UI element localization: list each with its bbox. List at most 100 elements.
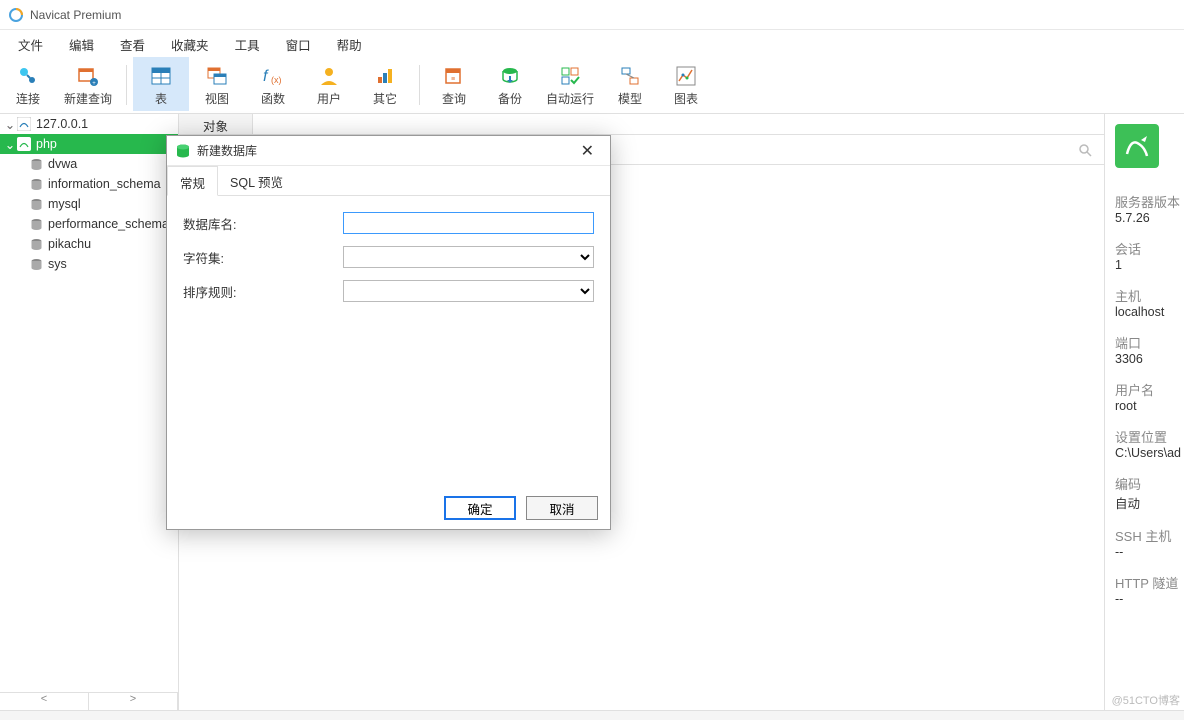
info-value: 自动 [1115,493,1176,512]
info-label: SSH 主机 [1115,526,1176,545]
tree-db-perfschema[interactable]: performance_schema [0,214,178,234]
select-collation[interactable] [343,280,594,302]
info-value: localhost [1115,305,1176,319]
tree-label: performance_schema [48,217,169,231]
menu-edit[interactable]: 编辑 [57,31,106,58]
info-label: 主机 [1115,286,1176,305]
toolbar: 连接 + 新建查询 表 视图 f(x) 函数 用户 其它 ≡ 查询 备份 自动运… [0,58,1184,114]
tool-model[interactable]: 模型 [602,57,658,111]
info-value: 5.7.26 [1115,211,1176,225]
scroll-left[interactable]: < [0,693,89,710]
menubar: 文件 编辑 查看 收藏夹 工具 窗口 帮助 [0,30,1184,58]
cancel-button[interactable]: 取消 [526,496,598,520]
tool-other[interactable]: 其它 [357,57,413,111]
statusbar [0,710,1184,720]
tool-backup[interactable]: 备份 [482,57,538,111]
tool-auto[interactable]: 自动运行 [538,57,602,111]
search-icon[interactable] [1078,143,1092,157]
separator [126,65,127,105]
app-logo-icon [8,7,24,23]
svg-text:≡: ≡ [451,76,455,83]
input-dbname[interactable] [343,212,594,234]
dialog-titlebar: 新建数据库 ✕ [167,136,610,166]
ok-button[interactable]: 确定 [444,496,516,520]
info-label: 设置位置 [1115,427,1176,446]
tab-objects[interactable]: 对象 [179,114,253,134]
tool-table[interactable]: 表 [133,57,189,111]
svg-text:f: f [263,68,269,85]
info-value: -- [1115,545,1176,559]
tool-connect[interactable]: 连接 [0,57,56,111]
database-icon [28,256,44,272]
separator [419,65,420,105]
database-icon [28,176,44,192]
sidebar: ⌄ 127.0.0.1 ⌄ php dvwa information_schem… [0,114,179,710]
tree-label: sys [48,257,67,271]
titlebar: Navicat Premium [0,0,1184,30]
menu-view[interactable]: 查看 [108,31,157,58]
expand-icon: ⌄ [4,137,16,152]
tool-user[interactable]: 用户 [301,57,357,111]
info-value: 1 [1115,258,1176,272]
info-label: 编码 [1115,474,1176,493]
database-icon [175,143,191,159]
database-icon [28,196,44,212]
info-label: 端口 [1115,333,1176,352]
database-icon [28,236,44,252]
tool-view[interactable]: 视图 [189,57,245,111]
new-database-dialog: 新建数据库 ✕ 常规 SQL 预览 数据库名: 字符集: 排序规则: 确定 取消 [166,135,611,530]
info-label: HTTP 隧道 [1115,573,1176,592]
watermark: @51CTO博客 [1112,692,1180,708]
database-icon [28,156,44,172]
menu-fav[interactable]: 收藏夹 [159,31,221,58]
tab-general[interactable]: 常规 [167,166,218,196]
info-label: 服务器版本 [1115,192,1176,211]
svg-text:+: + [92,81,96,87]
tree-db-mysql[interactable]: mysql [0,194,178,214]
tree-label: dvwa [48,157,77,171]
label-collation: 排序规则: [183,282,343,301]
tree: ⌄ 127.0.0.1 ⌄ php dvwa information_schem… [0,114,178,692]
info-panel: 服务器版本5.7.26 会话1 主机localhost 端口3306 用户名ro… [1104,114,1184,710]
dialog-footer: 确定 取消 [167,487,610,529]
tree-label: php [36,137,57,151]
tree-db-sys[interactable]: sys [0,254,178,274]
select-charset[interactable] [343,246,594,268]
tree-server[interactable]: ⌄ 127.0.0.1 [0,114,178,134]
tool-chart[interactable]: 图表 [658,57,714,111]
table-icon [149,64,173,88]
tab-sqlpreview[interactable]: SQL 预览 [218,166,295,195]
tree-connection[interactable]: ⌄ php [0,134,178,154]
tree-db-infoschema[interactable]: information_schema [0,174,178,194]
chart-icon [674,64,698,88]
tree-label: information_schema [48,177,161,191]
label-dbname: 数据库名: [183,214,343,233]
conn-icon [16,136,32,152]
main-tabs: 对象 [179,114,1104,135]
tree-db-pikachu[interactable]: pikachu [0,234,178,254]
tool-query[interactable]: ≡ 查询 [426,57,482,111]
scroll-right[interactable]: > [89,693,178,710]
tree-label: 127.0.0.1 [36,117,88,131]
info-value: -- [1115,592,1176,606]
dialog-tabs: 常规 SQL 预览 [167,166,610,196]
menu-tools[interactable]: 工具 [223,31,272,58]
expand-icon: ⌄ [4,117,16,132]
menu-window[interactable]: 窗口 [274,31,323,58]
plug-icon [16,64,40,88]
tree-db-dvwa[interactable]: dvwa [0,154,178,174]
info-label: 会话 [1115,239,1176,258]
close-button[interactable]: ✕ [573,139,602,163]
menu-help[interactable]: 帮助 [325,31,374,58]
tool-newquery[interactable]: + 新建查询 [56,57,120,111]
label-charset: 字符集: [183,248,343,267]
other-icon [373,64,397,88]
menu-file[interactable]: 文件 [6,31,55,58]
tree-label: mysql [48,197,81,211]
tool-function[interactable]: f(x) 函数 [245,57,301,111]
newquery-icon: + [76,64,100,88]
svg-text:(x): (x) [271,75,282,85]
tree-label: pikachu [48,237,91,251]
backup-icon [498,64,522,88]
info-label: 用户名 [1115,380,1176,399]
